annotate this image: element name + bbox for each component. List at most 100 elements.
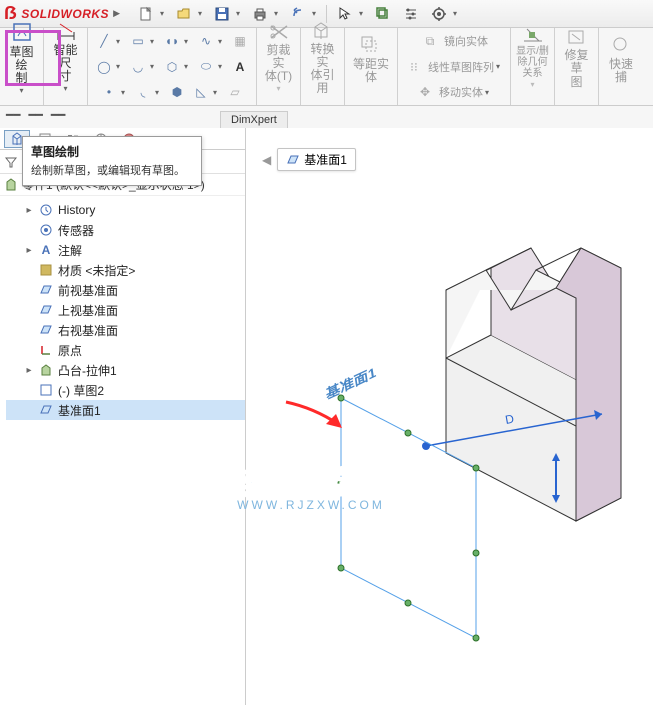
repair-icon [565, 27, 589, 47]
text-icon[interactable]: A [230, 58, 250, 76]
save-button[interactable] [210, 3, 234, 25]
tree-top-plane[interactable]: 上视基准面 [6, 300, 245, 320]
dropdown-icon[interactable]: ▾ [198, 9, 206, 18]
tree-sketch2[interactable]: (-) 草图2 [6, 380, 245, 400]
material-icon [38, 262, 54, 278]
ribbon-tabbar: ━━ ━━ ━━ DimXpert [0, 106, 653, 128]
dimension-icon [54, 22, 78, 42]
convert-button[interactable]: 转换实 体引用 [305, 30, 341, 86]
offset-button[interactable]: 等距实 体 [351, 30, 391, 86]
dropdown-icon[interactable]: ▾ [274, 9, 282, 18]
tab-dimxpert[interactable]: DimXpert [220, 111, 288, 128]
sketch-item-icon [38, 382, 54, 398]
relations-icon [521, 26, 545, 44]
filter-icon[interactable] [4, 155, 18, 169]
tree-boss-extrude[interactable]: ▸凸台-拉伸1 [6, 360, 245, 380]
sensor-icon [38, 222, 54, 238]
dropdown-icon[interactable]: ▾ [453, 9, 461, 18]
options-button[interactable] [399, 3, 423, 25]
tree-front-plane[interactable]: 前视基准面 [6, 280, 245, 300]
label: 草图绘 制 [5, 46, 39, 86]
chevron-right-icon[interactable]: ▶ [113, 8, 120, 19]
tree-annotations[interactable]: ▸A注解 [6, 240, 245, 260]
display-relations-button[interactable]: 显示/删 除几何 关系 ▾ [515, 30, 551, 86]
plane-icon [38, 322, 54, 338]
pattern-icon[interactable]: ⁝⁝ [404, 58, 424, 76]
slot-icon[interactable]: ◖◗ [162, 32, 182, 50]
plane-tool-icon[interactable]: ▱ [225, 83, 245, 101]
label: 移动实体 [439, 84, 483, 100]
sketch-icon [10, 20, 34, 44]
rebuild-button[interactable] [371, 3, 395, 25]
label: 智能尺 寸 [49, 44, 83, 84]
ribbon-group-convert: 转换实 体引用 [301, 28, 345, 105]
label: 快速 捕 [609, 58, 633, 84]
ellipse-icon[interactable]: ⬭ [196, 58, 216, 76]
spline-icon[interactable]: ∿ [196, 32, 216, 50]
tree-plane1[interactable]: 基准面1 [6, 400, 245, 420]
label: 等距实 体 [353, 58, 389, 84]
arc-icon[interactable]: ◡ [128, 58, 148, 76]
convert-icon [311, 21, 335, 41]
dropdown-icon: ▾ [530, 81, 534, 90]
tree-origin[interactable]: 原点 [6, 340, 245, 360]
ribbon-group-repair: 修复草 图 [555, 28, 599, 105]
new-button[interactable] [134, 3, 158, 25]
tree-sensors[interactable]: 传感器 [6, 220, 245, 240]
label: 转换实 体引用 [306, 43, 340, 96]
smart-dimension-button[interactable]: 智能尺 寸 ▾ [48, 30, 84, 86]
plane-icon [38, 402, 54, 418]
app-title: SOLIDWORKS [21, 7, 109, 21]
sketch-edit-button[interactable]: 草图绘 制 ▾ [4, 30, 40, 86]
open-button[interactable] [172, 3, 196, 25]
point-icon[interactable]: • [99, 83, 119, 101]
tooltip-body: 绘制新草图，或编辑现有草图。 [31, 164, 193, 179]
feature-panel: 零件1 (默认<<默认>_显示状态 1>) ▸History 传感器 ▸A注解 … [0, 128, 246, 705]
dropdown-icon: ▾ [19, 87, 23, 96]
trim-button[interactable]: 剪裁实 体(T) ▾ [261, 30, 297, 86]
label: 修复草 图 [560, 49, 594, 89]
hex-icon[interactable]: ⬢ [167, 83, 187, 101]
polygon-icon[interactable]: ⬡ [162, 58, 182, 76]
line-icon[interactable]: ╱ [94, 32, 114, 50]
move-icon[interactable]: ✥ [415, 83, 435, 101]
tabbar-left: ━━ ━━ ━━ [6, 108, 65, 122]
tab-hidden-2[interactable]: ━━ [28, 108, 42, 122]
tree-history[interactable]: ▸History [6, 200, 245, 220]
trim-icon [267, 22, 291, 42]
region-icon[interactable]: ▦ [230, 32, 250, 50]
ribbon-group-dim: 智能尺 寸 ▾ [44, 28, 88, 105]
dropdown-icon[interactable]: ▾ [160, 9, 168, 18]
ribbon-group-relations: 显示/删 除几何 关系 ▾ [511, 28, 555, 105]
settings-button[interactable] [427, 3, 451, 25]
select-button[interactable] [333, 3, 357, 25]
mirror-icon[interactable]: ⧉ [420, 32, 440, 50]
watermark-url: WWW.RJZXW.COM [231, 498, 391, 512]
dropdown-icon: ▾ [63, 85, 67, 94]
rect-icon[interactable]: ▭ [128, 32, 148, 50]
dropdown-icon[interactable]: ▾ [359, 9, 367, 18]
chamfer-icon[interactable]: ◺ [191, 83, 211, 101]
graphics-viewport[interactable]: ◀ 基准面1 [246, 128, 653, 705]
quick-snap-button[interactable]: 快速 捕 [603, 30, 639, 86]
annotation-icon: A [38, 242, 54, 258]
circle-icon[interactable]: ◯ [94, 58, 114, 76]
offset-icon [359, 32, 383, 56]
history-icon [38, 202, 54, 218]
ribbon-group-trim: 剪裁实 体(T) ▾ [257, 28, 301, 105]
ribbon-group-quick: 快速 捕 [599, 28, 643, 105]
dropdown-icon[interactable]: ▾ [312, 9, 320, 18]
tree-right-plane[interactable]: 右视基准面 [6, 320, 245, 340]
ribbon: 草图绘 制 ▾ 智能尺 寸 ▾ ╱▾ ▭▾ ◖◗▾ ∿▾ ▦ ◯▾ ◡▾ ⬡▾ … [0, 28, 653, 106]
fillet-icon[interactable]: ◟ [133, 83, 153, 101]
tab-hidden-3[interactable]: ━━ [51, 108, 65, 122]
repair-button[interactable]: 修复草 图 [559, 30, 595, 86]
tutorial-arrow [286, 402, 342, 428]
tooltip-title: 草图绘制 [31, 143, 193, 160]
tree-material[interactable]: 材质 <未指定> [6, 260, 245, 280]
scene-svg: D [246, 128, 653, 688]
feature-tree: ▸History 传感器 ▸A注解 材质 <未指定> 前视基准面 上视基准面 右… [0, 196, 245, 424]
ribbon-group-sketch-tools: ╱▾ ▭▾ ◖◗▾ ∿▾ ▦ ◯▾ ◡▾ ⬡▾ ⬭▾ A •▾ ◟▾ ⬢ ◺▾ … [88, 28, 257, 105]
dropdown-icon[interactable]: ▾ [236, 9, 244, 18]
tab-hidden-1[interactable]: ━━ [6, 108, 20, 122]
